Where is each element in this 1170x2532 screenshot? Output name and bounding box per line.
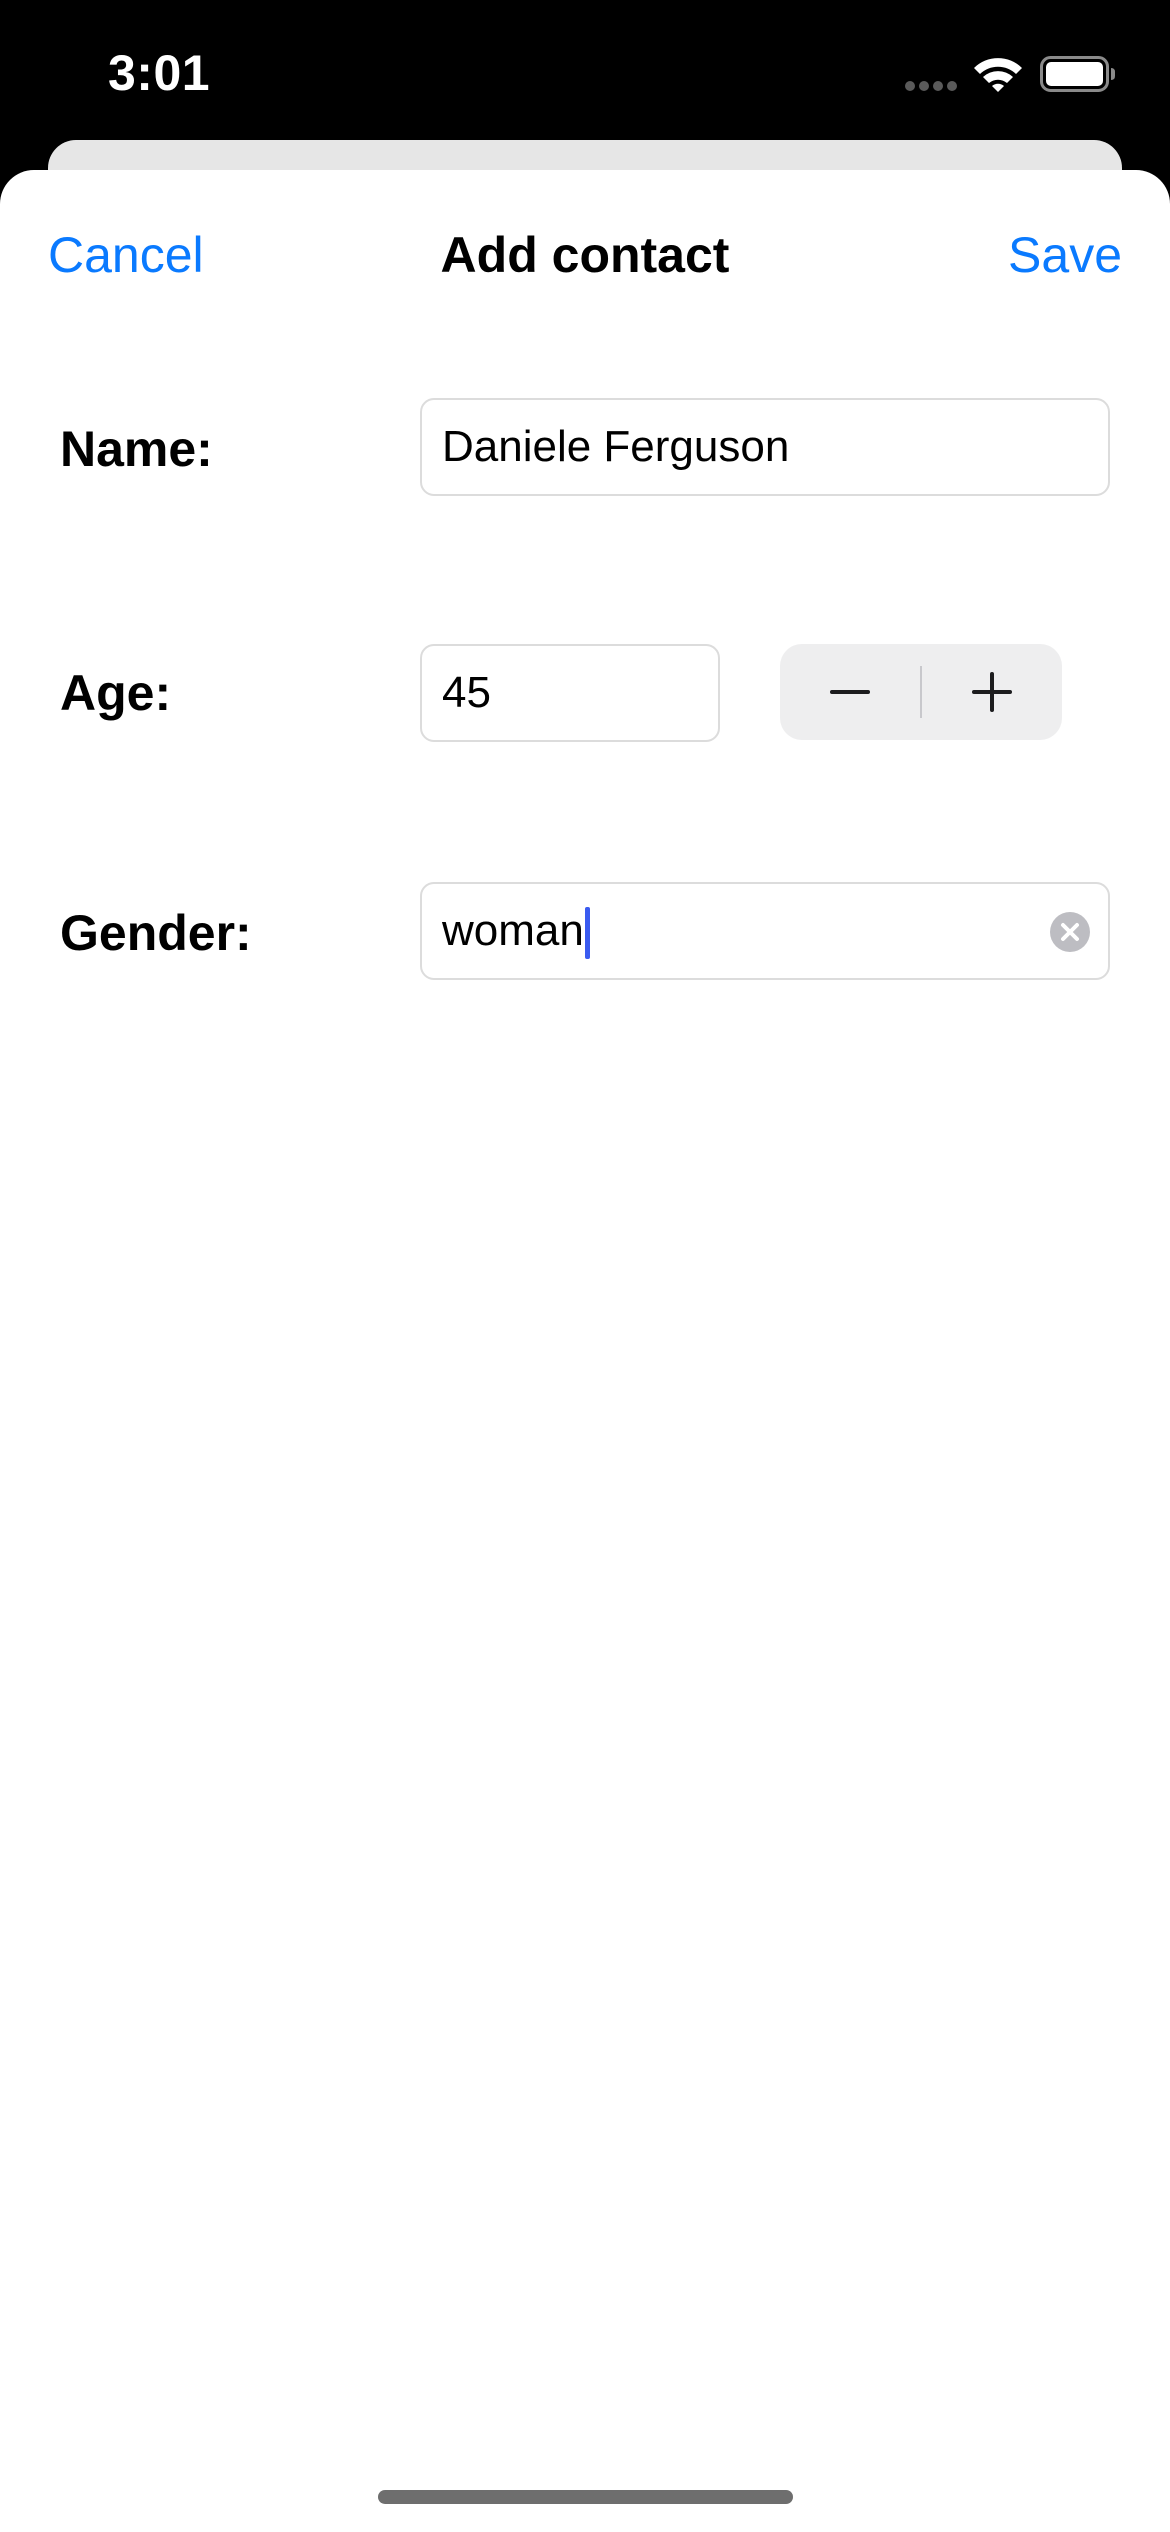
gender-field[interactable]: woman [420, 882, 1110, 980]
battery-icon [1040, 56, 1115, 92]
text-cursor [584, 907, 590, 960]
status-bar: 3:01 [0, 0, 1170, 140]
plus-icon [972, 672, 1012, 712]
home-indicator [378, 2490, 793, 2504]
age-label: Age: [60, 665, 172, 721]
name-label: Name: [60, 421, 213, 477]
minus-icon [830, 690, 870, 694]
name-field[interactable]: Daniele Ferguson [420, 398, 1110, 496]
navigation-bar: Cancel Add contact Save [0, 170, 1170, 340]
add-contact-sheet: Cancel Add contact Save Name: Daniele Fe… [0, 170, 1170, 2532]
save-button[interactable]: Save [1008, 226, 1122, 284]
decrement-button[interactable] [780, 644, 920, 740]
increment-button[interactable] [922, 644, 1062, 740]
age-stepper [780, 644, 1062, 740]
age-field[interactable]: 45 [420, 644, 720, 742]
name-field-value: Daniele Ferguson [442, 422, 790, 471]
screen: 3:01 Cancel Add contact Save Name: Danie… [0, 0, 1170, 2532]
age-field-value: 45 [442, 668, 491, 717]
clear-circle-x-icon[interactable] [1050, 912, 1090, 952]
page-title: Add contact [440, 227, 730, 283]
gender-label: Gender: [60, 905, 252, 961]
cellular-signal-icon [905, 81, 957, 91]
status-time: 3:01 [108, 45, 211, 101]
wifi-icon [974, 58, 1022, 92]
gender-field-value: woman [442, 906, 584, 955]
